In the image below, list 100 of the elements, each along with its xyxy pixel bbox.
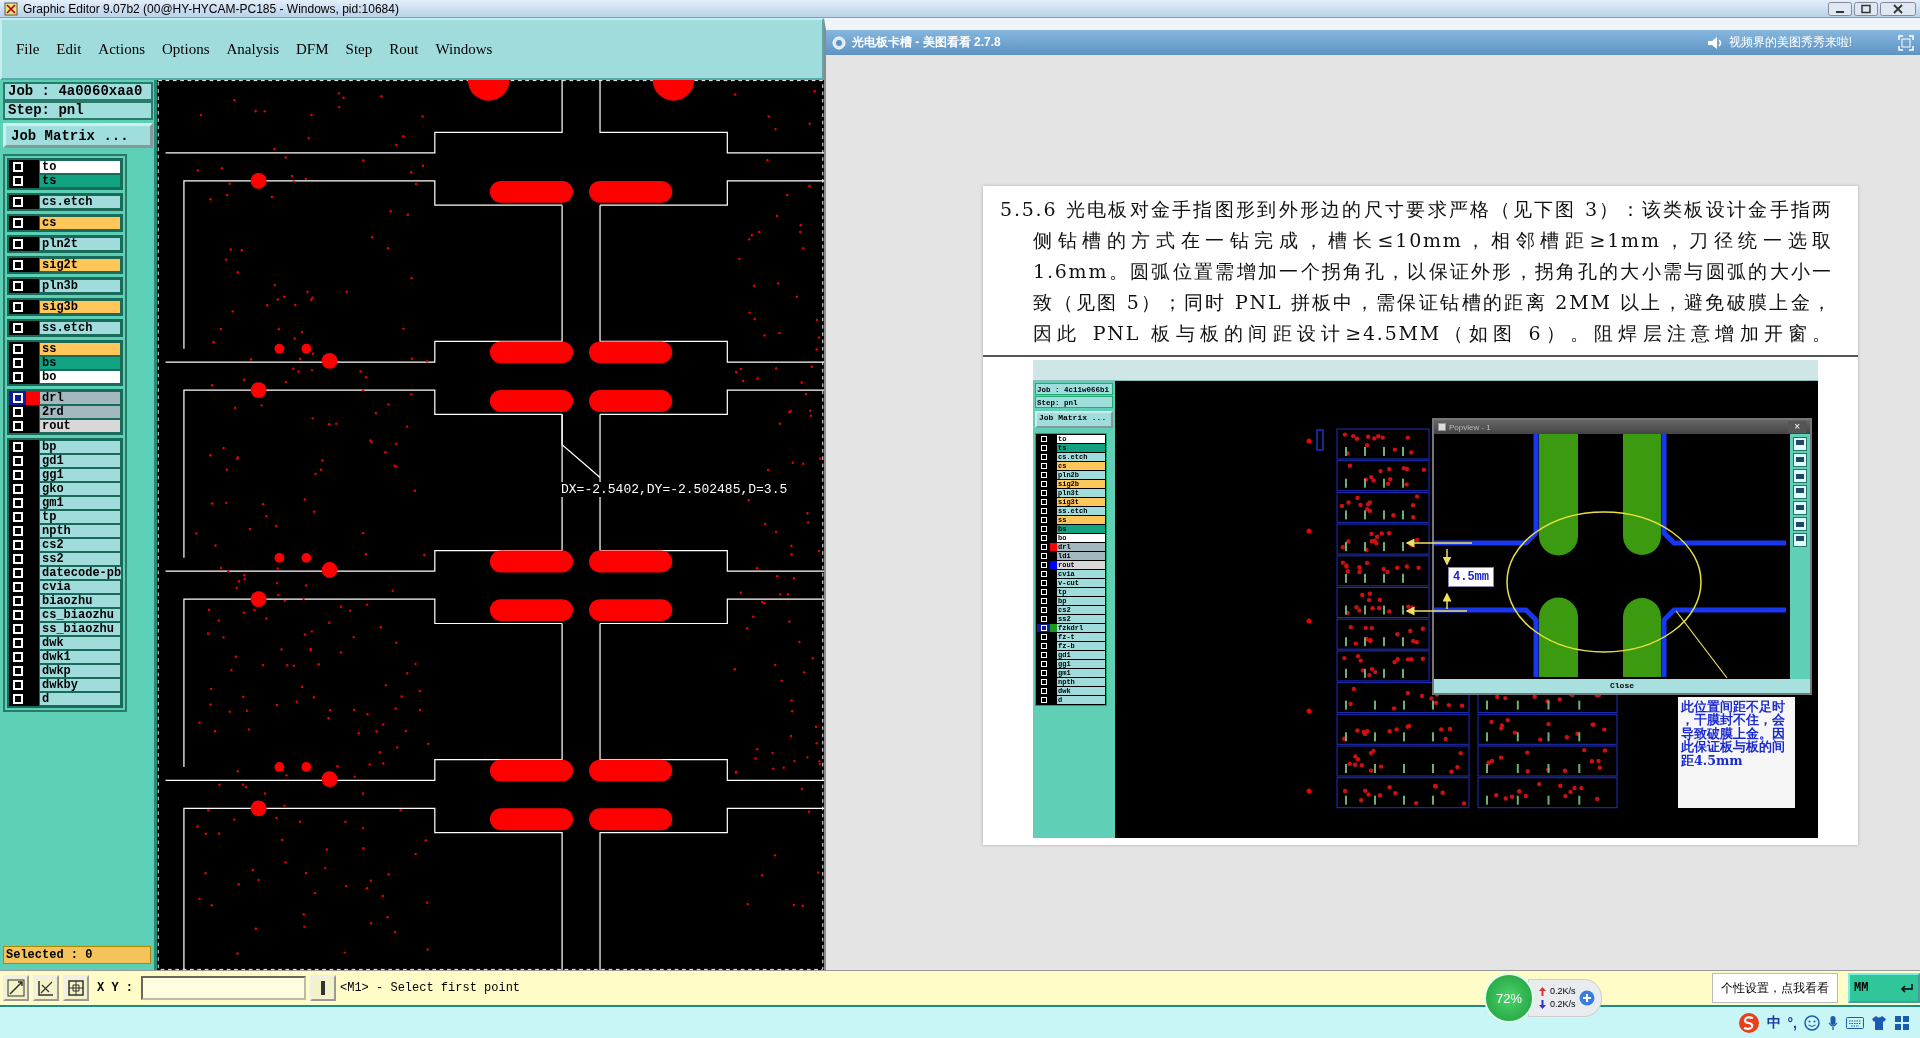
layer-label[interactable]: bo [39, 370, 121, 384]
plus-icon[interactable] [1578, 990, 1595, 1006]
layer-checkbox[interactable] [1040, 643, 1047, 649]
layer-checkbox[interactable] [1040, 607, 1047, 613]
layer-label[interactable]: bp [39, 440, 121, 454]
layer-label[interactable]: bs [39, 356, 121, 370]
tool-icon[interactable] [1793, 485, 1807, 499]
layer-label[interactable]: pln2t [39, 237, 121, 251]
zoom-box-icon[interactable] [7, 979, 25, 997]
language-toggle[interactable]: 中 [1766, 1013, 1781, 1032]
tool-icon[interactable] [1793, 469, 1807, 483]
layer-checkbox[interactable] [1040, 517, 1047, 523]
layer-label[interactable]: to [39, 160, 121, 174]
layer-checkbox[interactable] [1040, 436, 1047, 442]
layer-checkbox[interactable] [1040, 544, 1047, 550]
layer-checkbox[interactable] [1040, 598, 1047, 604]
layer-label[interactable]: dwk [39, 636, 121, 650]
layer-checkbox[interactable] [1040, 490, 1047, 496]
keyboard-icon[interactable] [1846, 1015, 1864, 1030]
layer-label[interactable]: sig2t [39, 258, 121, 272]
close-button[interactable]: × [1788, 421, 1806, 433]
tooltip[interactable]: 个性设置，点我看看 [1712, 973, 1838, 1003]
layer-checkbox[interactable] [1040, 670, 1047, 676]
layer-checkbox[interactable] [1040, 562, 1047, 568]
layer-label[interactable]: rout [39, 419, 121, 433]
microphone-icon[interactable] [1827, 1014, 1839, 1031]
grid-icon[interactable] [67, 979, 85, 997]
layer-checkbox[interactable] [1040, 499, 1047, 505]
maximize-icon[interactable] [1854, 1, 1878, 16]
layer-checkbox[interactable] [1040, 508, 1047, 514]
tool-icon[interactable] [1793, 533, 1807, 547]
layer-label[interactable]: dwk1 [39, 650, 121, 664]
layer-label[interactable]: gg1 [39, 468, 121, 482]
layer-label[interactable]: ss [39, 342, 121, 356]
layer-checkbox[interactable] [1040, 679, 1047, 685]
layer-checkbox[interactable] [1040, 463, 1047, 469]
layer-label[interactable]: datecode-pb [39, 566, 123, 580]
layer-checkbox[interactable] [1040, 526, 1047, 532]
tool-icon[interactable] [1793, 453, 1807, 467]
layer-label[interactable]: ss_biaozhu [39, 622, 121, 636]
layer-label[interactable]: gko [39, 482, 121, 496]
punctuation-toggle[interactable]: °, [1787, 1014, 1797, 1031]
layer-checkbox[interactable] [1040, 535, 1047, 541]
layer-checkbox[interactable] [1040, 634, 1047, 640]
layer-label[interactable]: gm1 [39, 496, 121, 510]
menu-item[interactable]: Step [345, 40, 373, 58]
layer-checkbox[interactable] [1040, 688, 1047, 694]
coordinate-input[interactable] [141, 976, 306, 1000]
layer-label[interactable]: cs2 [39, 538, 121, 552]
layer-checkbox[interactable] [1040, 553, 1047, 559]
layer-label[interactable]: cs_biaozhu [39, 608, 121, 622]
speaker-icon[interactable] [1706, 35, 1723, 50]
job-matrix-button[interactable]: Job Matrix ... [1035, 411, 1113, 428]
menu-item[interactable]: Rout [389, 40, 419, 58]
layer-checkbox[interactable] [1040, 661, 1047, 667]
layer-label[interactable]: npth [39, 524, 121, 538]
layer-label[interactable]: dwkp [39, 664, 121, 678]
units-button[interactable]: MM [1848, 973, 1920, 1003]
menu-item[interactable]: Edit [56, 40, 82, 58]
menu-item[interactable]: Options [162, 40, 210, 58]
menu-item[interactable]: Actions [98, 40, 145, 58]
layer-checkbox[interactable] [1040, 445, 1047, 451]
close-icon[interactable] [1880, 1, 1916, 16]
tool-icon[interactable] [1793, 437, 1807, 451]
layer-label[interactable]: ts [39, 174, 121, 188]
layer-label[interactable]: d [39, 692, 121, 706]
job-matrix-button[interactable]: Job Matrix ... [3, 123, 153, 148]
layer-checkbox[interactable] [1040, 616, 1047, 622]
layer-label[interactable]: cvia [39, 580, 121, 594]
graph-icon[interactable] [37, 979, 55, 997]
menu-item[interactable]: Windows [435, 40, 493, 58]
layer-label[interactable]: 2rd [39, 405, 121, 419]
layer-checkbox[interactable] [1040, 652, 1047, 658]
layer-label[interactable]: sig3b [39, 300, 121, 314]
layer-label[interactable]: drl [39, 391, 121, 405]
tool-icon[interactable] [1793, 501, 1807, 515]
layer-checkbox[interactable] [1040, 625, 1047, 631]
layer-checkbox[interactable] [1040, 697, 1047, 703]
layer-label[interactable]: gd1 [39, 454, 121, 468]
close-button[interactable]: Close [1434, 679, 1810, 693]
layer-label[interactable]: tp [39, 510, 121, 524]
smiley-icon[interactable] [1804, 1014, 1820, 1031]
layer-label[interactable]: cs [39, 216, 121, 230]
shirt-icon[interactable] [1871, 1014, 1887, 1031]
layer-label[interactable]: cs.etch [39, 195, 121, 209]
minimize-icon[interactable] [1828, 1, 1852, 16]
layer-label[interactable]: dwkby [39, 678, 121, 692]
layer-label[interactable]: biaozhu [39, 594, 121, 608]
layer-label[interactable]: pln3b [39, 279, 121, 293]
layer-checkbox[interactable] [1040, 454, 1047, 460]
menu-item[interactable]: File [16, 40, 40, 58]
layer-checkbox[interactable] [1040, 571, 1047, 577]
menu-item[interactable]: DFM [296, 40, 329, 58]
layer-label[interactable]: ss2 [39, 552, 121, 566]
tool-icon[interactable] [1793, 517, 1807, 531]
layer-checkbox[interactable] [1040, 589, 1047, 595]
layer-label[interactable]: ss.etch [39, 321, 121, 335]
layer-checkbox[interactable] [1040, 481, 1047, 487]
grid-menu-icon[interactable] [1894, 1014, 1910, 1031]
layer-checkbox[interactable] [1040, 580, 1047, 586]
